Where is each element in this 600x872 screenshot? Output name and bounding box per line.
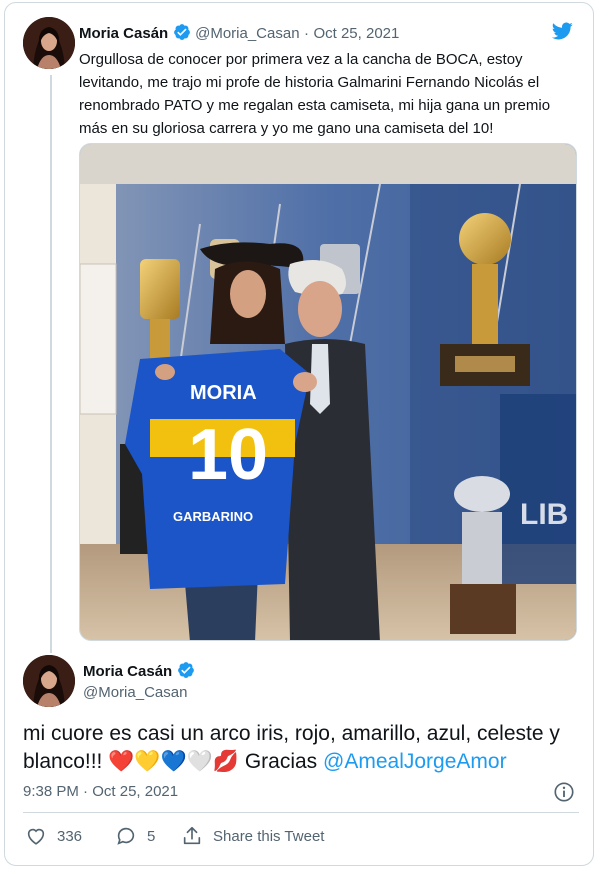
avatar[interactable] (23, 655, 75, 707)
emoji-row: ❤️💛💙🤍💋 (108, 750, 239, 773)
divider (23, 812, 579, 813)
reply-icon (117, 827, 135, 845)
photo-illustration: LIB MORIA 10 GARBARINO (80, 144, 576, 640)
info-icon[interactable] (553, 781, 575, 808)
date-separator: · (304, 25, 309, 42)
verified-badge-icon (173, 23, 191, 46)
like-count: 336 (57, 827, 83, 845)
reply-button[interactable]: 5 (115, 825, 155, 847)
author-handle[interactable]: @Moria_Casan (83, 684, 187, 701)
verified-badge-icon (177, 661, 195, 684)
tweet-time: 9:38 PM (23, 783, 79, 800)
share-icon (183, 826, 201, 845)
reply-count: 5 (147, 827, 156, 845)
tweet-timestamp[interactable]: 9:38 PM · Oct 25, 2021 (23, 783, 178, 800)
tweet2-header: Moria Casán (83, 661, 195, 684)
author-name[interactable]: Moria Casán (83, 663, 172, 680)
author-handle[interactable]: @Moria_Casan (195, 25, 299, 42)
tweet-date: Oct 25, 2021 (92, 783, 179, 800)
share-label: Share this Tweet (213, 827, 325, 845)
heart-icon (27, 828, 45, 845)
mention-link[interactable]: @AmealJorgeAmor (323, 750, 507, 773)
shirt-number: 10 (188, 415, 268, 495)
tweet1-header: Moria Casán @Moria_Casan · Oct 25, 2021 (79, 23, 399, 46)
tweet-photo[interactable]: LIB MORIA 10 GARBARINO (79, 143, 577, 641)
photo-trophy-text: LIB (520, 498, 568, 531)
author-name[interactable]: Moria Casán (79, 25, 168, 42)
tweet-date[interactable]: Oct 25, 2021 (313, 25, 399, 42)
avatar[interactable] (23, 17, 75, 69)
shirt-sponsor: GARBARINO (173, 509, 253, 524)
thread-line (50, 75, 52, 653)
share-button[interactable]: Share this Tweet (181, 825, 324, 847)
tweet1-text: Orgullosa de conocer por primera vez a l… (79, 51, 551, 137)
like-button[interactable]: 336 (25, 825, 82, 847)
tweet-card: Moria Casán @Moria_Casan · Oct 25, 2021 … (4, 2, 594, 866)
gracias-text: Gracias (238, 750, 324, 773)
date-separator: · (83, 783, 89, 800)
twitter-bird-icon[interactable] (550, 20, 574, 47)
tweet2-text: mi cuore es casi un arco iris, rojo, ama… (23, 720, 583, 776)
shirt-name: MORIA (190, 382, 257, 404)
avatar-photo (23, 655, 75, 707)
avatar-photo (23, 17, 75, 69)
